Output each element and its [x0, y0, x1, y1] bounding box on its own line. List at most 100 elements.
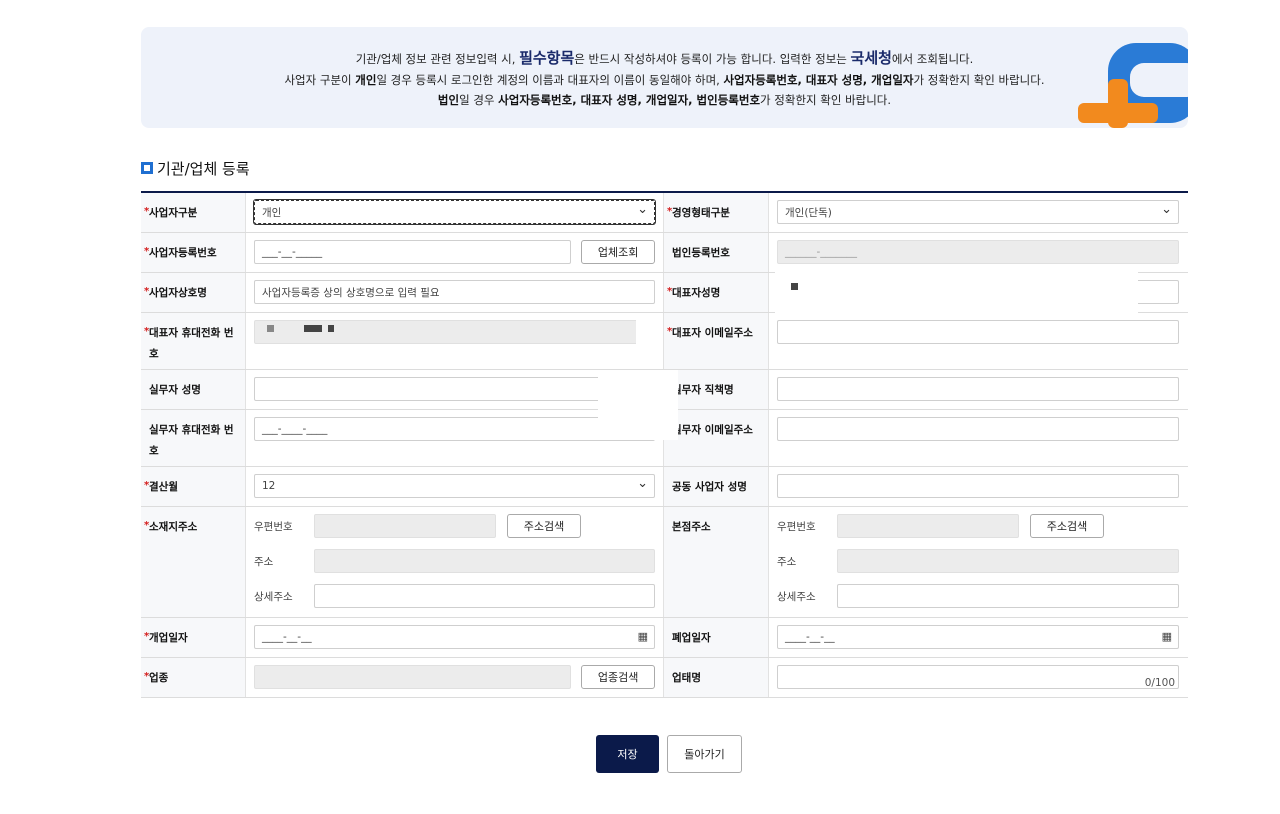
mgmt-type-value: 개인(단독)	[785, 206, 832, 219]
label-text: 실무자 이메일주소	[672, 424, 753, 436]
notice-bold: 사업자등록번호, 대표자 성명, 개업일자	[723, 73, 914, 87]
label-text: 개업일자	[149, 632, 188, 644]
label-text: 사업자상호명	[149, 287, 207, 299]
redaction-pixel	[304, 325, 322, 332]
required-mark: *	[144, 326, 150, 337]
label-text: 대표자 이메일주소	[672, 327, 753, 339]
rep-email-input[interactable]	[777, 320, 1179, 344]
label-text: 업태명	[672, 672, 701, 684]
section-title: 기관/업체 등록	[141, 158, 250, 178]
label-text: 실무자 휴대전화 번호	[149, 424, 234, 457]
open-date-input[interactable]: ____-__-__ ▦	[254, 625, 655, 649]
hq-addr-input[interactable]	[836, 549, 1179, 573]
co-owner-label: 공동 사업자 성명	[664, 467, 769, 506]
save-button[interactable]: 저장	[596, 735, 659, 773]
char-counter: 0/100	[1144, 677, 1175, 689]
location-addr-input[interactable]	[313, 549, 655, 573]
open-date-placeholder: ____-__-__	[262, 631, 312, 643]
business-type-select[interactable]: 개인	[253, 199, 656, 225]
redaction-pixel	[267, 325, 274, 332]
fiscal-month-cell: 12	[246, 467, 664, 506]
biz-name-input[interactable]: 사업자등록증 상의 상호명으로 입력 필요	[254, 280, 655, 304]
label-text: 사업자등록번호	[149, 247, 217, 259]
hq-addr-line: 주소	[777, 549, 1179, 573]
hq-address-search-button[interactable]: 주소검색	[1030, 514, 1104, 538]
notice-text: 기관/업체 정보 관련 정보입력 시, 필수항목은 반드시 작성하셔야 등록이 …	[141, 47, 1188, 110]
staff-email-label: 실무자 이메일주소	[664, 410, 769, 466]
location-addr-line: 주소	[254, 549, 655, 573]
zip-label: 우편번호	[254, 520, 293, 533]
hq-label: 본점주소	[664, 507, 769, 617]
staff-title-cell	[769, 370, 1187, 409]
notice-bold: 사업자등록번호, 대표자 성명, 개업일자, 법인등록번호	[498, 93, 761, 107]
calendar-icon[interactable]: ▦	[638, 630, 648, 643]
hq-zip-input[interactable]	[837, 514, 1019, 538]
staff-name-input[interactable]	[254, 377, 655, 401]
corp-reg-no-label: 법인등록번호	[664, 233, 769, 272]
close-date-input[interactable]: ____-__-__ ▦	[777, 625, 1179, 649]
company-lookup-button[interactable]: 업체조회	[581, 240, 655, 264]
form-row: *소재지주소 우편번호 주소검색 주소 상세주소 본점주소 우편번호 주소검색	[141, 507, 1188, 618]
hq-cell: 우편번호 주소검색 주소 상세주소	[769, 507, 1187, 617]
business-type-cell: 개인	[246, 193, 664, 232]
addr-label: 주소	[254, 555, 274, 568]
biz-reg-no-label: * 사업자등록번호	[141, 233, 246, 272]
staff-email-input[interactable]	[777, 417, 1179, 441]
industry-label: * 업종	[141, 658, 246, 697]
biz-reg-no-input[interactable]: ___-__-_____	[254, 240, 572, 264]
notice-text-part: 일 경우 등록시 로그인한 계정의 이름과 대표자의 이름이 동일해야 하며,	[376, 73, 720, 87]
fiscal-month-label: * 결산월	[141, 467, 246, 506]
staff-phone-input[interactable]: ___-____-____	[254, 417, 655, 441]
location-zip-input[interactable]	[314, 514, 496, 538]
mgmt-type-select[interactable]: 개인(단독)	[777, 200, 1179, 224]
form-row: *결산월 12 공동 사업자 성명	[141, 467, 1188, 507]
business-type-label: * 사업자구분	[141, 193, 246, 232]
form-row: * 개업일자 ____-__-__ ▦ 폐업일자 ____-__-__ ▦	[141, 618, 1188, 658]
label-text: 결산월	[149, 481, 178, 493]
industry-input[interactable]	[254, 665, 572, 689]
notice-text-part: 사업자 구분이	[284, 73, 352, 87]
hq-detail-line: 상세주소	[777, 584, 1179, 608]
notice-banner: 기관/업체 정보 관련 정보입력 시, 필수항목은 반드시 작성하셔야 등록이 …	[141, 27, 1188, 128]
label-text: 대표자 휴대전화 번호	[149, 327, 234, 360]
corp-reg-no-input[interactable]: ______-_______	[777, 240, 1179, 264]
action-buttons: 저장 돌아가기	[596, 735, 742, 773]
business-kind-input[interactable]	[777, 665, 1179, 689]
required-mark: *	[144, 631, 150, 642]
location-cell: 우편번호 주소검색 주소 상세주소	[246, 507, 664, 617]
location-address-search-button[interactable]: 주소검색	[507, 514, 581, 538]
location-detail-line: 상세주소	[254, 584, 655, 608]
location-detail-input[interactable]	[313, 584, 655, 608]
open-date-label: * 개업일자	[141, 618, 246, 657]
staff-name-label: 실무자 성명	[141, 370, 246, 409]
notice-line-1: 기관/업체 정보 관련 정보입력 시, 필수항목은 반드시 작성하셔야 등록이 …	[141, 47, 1188, 70]
business-kind-label: 업태명	[664, 658, 769, 697]
section-title-text: 기관/업체 등록	[157, 159, 250, 178]
form-row: * 업종 업종검색 업태명 0/100	[141, 658, 1188, 698]
location-zip-line: 우편번호 주소검색	[254, 514, 655, 538]
rep-phone-input[interactable]	[254, 320, 655, 344]
notice-bold: 법인	[437, 93, 460, 107]
staff-title-input[interactable]	[777, 377, 1179, 401]
calendar-icon[interactable]: ▦	[1162, 630, 1172, 643]
label-text: 경영형태구분	[672, 207, 730, 219]
biz-name-placeholder: 사업자등록증 상의 상호명으로 입력 필요	[262, 286, 440, 299]
section-square-icon	[141, 162, 153, 174]
staff-title-label: 실무자 직책명	[664, 370, 769, 409]
required-mark: *	[667, 206, 673, 217]
notice-line-3: 법인일 경우 사업자등록번호, 대표자 성명, 개업일자, 법인등록번호가 정확…	[141, 90, 1188, 110]
business-type-value: 개인	[262, 206, 282, 219]
staff-phone-placeholder: ___-____-____	[262, 423, 328, 435]
rep-name-label: * 대표자성명	[664, 273, 769, 312]
label-text: 폐업일자	[672, 632, 711, 644]
biz-reg-no-placeholder: ___-__-_____	[262, 246, 323, 258]
label-text: 업종	[149, 672, 169, 684]
hq-detail-input[interactable]	[836, 584, 1179, 608]
mgmt-type-cell: 개인(단독)	[769, 193, 1187, 232]
notice-text-part: 은 반드시 작성하셔야 등록이 가능 합니다. 입력한 정보는	[574, 52, 847, 66]
industry-search-button[interactable]: 업종검색	[581, 665, 655, 689]
fiscal-month-select[interactable]: 12	[254, 474, 655, 498]
back-button[interactable]: 돌아가기	[667, 735, 742, 773]
notice-bold: 개인	[355, 73, 377, 87]
co-owner-input[interactable]	[777, 474, 1179, 498]
